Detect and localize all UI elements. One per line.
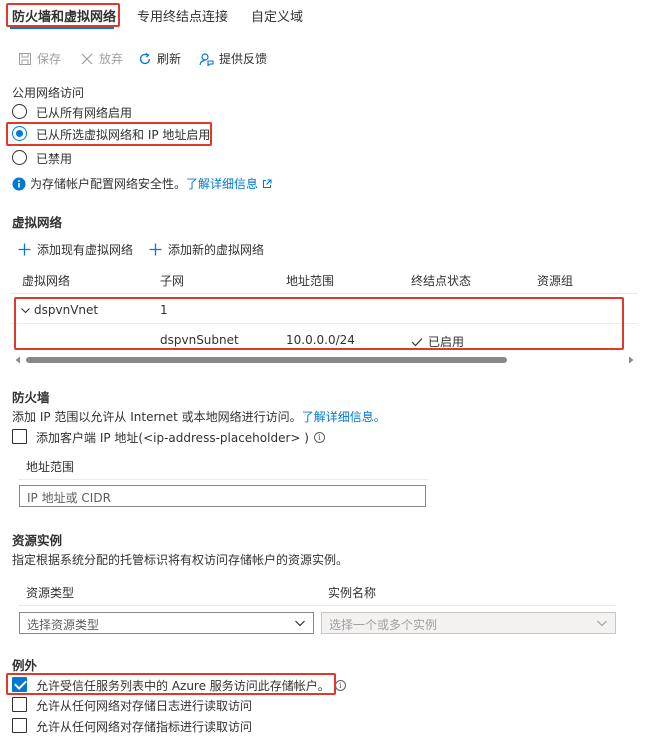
column-header-resource-group: 资源组 (537, 274, 574, 288)
endpoint-status: 已启用 (411, 333, 464, 350)
feedback-icon (199, 52, 214, 66)
feedback-button[interactable]: 提供反馈 (199, 50, 267, 67)
info-icon[interactable]: i (313, 432, 325, 443)
radio-all-networks[interactable] (12, 104, 27, 119)
chevron-down-icon[interactable] (20, 305, 31, 316)
vnet-name: dspvnVnet (34, 303, 99, 317)
discard-button[interactable]: 放弃 (80, 50, 123, 67)
vnet-subnet-count: 1 (160, 303, 168, 317)
info-icon (12, 177, 26, 190)
add-existing-vnet-button[interactable]: 添加现有虚拟网络 (18, 241, 133, 258)
public-access-title: 公用网络访问 (12, 86, 85, 100)
firewall-description-text: 添加 IP 范围以允许从 Internet 或本地网络进行访问。 (12, 410, 302, 424)
external-link-icon (263, 179, 272, 188)
storage-metrics-label: 允许从任何网络对存储指标进行读取访问 (36, 720, 253, 734)
add-existing-vnet-label: 添加现有虚拟网络 (37, 243, 134, 257)
refresh-label: 刷新 (157, 52, 182, 66)
plus-icon (149, 243, 162, 256)
add-client-ip-label: 添加客户端 IP 地址(<ip-address-placeholder> ) (36, 431, 309, 445)
resource-instances-title: 资源实例 (12, 533, 63, 548)
trusted-services-label: 允许受信任服务列表中的 Azure 服务访问此存储帐户。 (36, 679, 330, 693)
resource-type-placeholder: 选择资源类型 (27, 618, 100, 632)
radio-selected-networks[interactable] (12, 126, 27, 141)
close-icon (81, 53, 93, 64)
firewall-learn-more-link[interactable]: 了解详细信息。 (302, 410, 386, 424)
address-range-header: 地址范围 (26, 460, 75, 474)
endpoint-status-label: 已启用 (428, 335, 465, 349)
save-icon (19, 52, 31, 65)
firewall-section-title: 防火墙 (12, 390, 50, 405)
radio-disabled-label: 已禁用 (36, 152, 73, 166)
scroll-right-icon[interactable] (627, 356, 635, 364)
storage-logs-label: 允许从任何网络对存储日志进行读取访问 (36, 699, 253, 713)
trusted-services-checkbox[interactable] (12, 677, 27, 692)
column-header-endpoint-status: 终结点状态 (411, 274, 472, 288)
add-client-ip-checkbox[interactable] (12, 429, 27, 444)
add-new-vnet-button[interactable]: 添加新的虚拟网络 (149, 241, 264, 258)
active-tab-indicator (10, 27, 114, 29)
add-client-ip-label-row: 添加客户端 IP 地址(<ip-address-placeholder> ) i (36, 429, 325, 446)
radio-selected-networks-label: 已从所选虚拟网络和 IP 地址启用 (36, 128, 211, 142)
address-range-input[interactable]: IP 地址或 CIDR (19, 485, 426, 507)
storage-metrics-checkbox[interactable] (12, 718, 27, 733)
tab-firewall-vnet[interactable]: 防火墙和虚拟网络 (12, 6, 116, 25)
resource-type-header: 资源类型 (26, 586, 75, 600)
scrollbar-thumb[interactable] (26, 357, 507, 363)
chevron-down-icon (597, 620, 607, 627)
horizontal-scrollbar[interactable] (10, 354, 640, 366)
checkmark-icon (411, 337, 423, 346)
resource-header-divider (18, 605, 616, 606)
firewall-description: 添加 IP 范围以允许从 Internet 或本地网络进行访问。了解详细信息。 (12, 408, 386, 425)
table-header-divider (10, 293, 638, 294)
tab-custom-domain[interactable]: 自定义域 (251, 6, 303, 25)
plus-icon (18, 243, 31, 256)
save-label: 保存 (37, 52, 62, 66)
discard-label: 放弃 (99, 52, 124, 66)
column-header-address-range: 地址范围 (286, 274, 335, 288)
radio-all-networks-label: 已从所有网络启用 (36, 106, 133, 120)
storage-logs-checkbox[interactable] (12, 697, 27, 712)
chevron-down-icon (295, 620, 305, 627)
column-header-vnet: 虚拟网络 (22, 274, 71, 288)
subnet-name: dspvnSubnet (160, 333, 239, 347)
vnet-section-title: 虚拟网络 (12, 215, 63, 230)
refresh-icon (139, 52, 151, 64)
instance-select[interactable]: 选择一个或多个实例 (321, 612, 616, 634)
table-row-divider (10, 323, 638, 324)
refresh-button[interactable]: 刷新 (138, 50, 181, 67)
trusted-services-label-row: 允许受信任服务列表中的 Azure 服务访问此存储帐户。 i (36, 677, 346, 694)
learn-more-link[interactable]: 了解详细信息 (186, 175, 258, 192)
feedback-label: 提供反馈 (219, 52, 268, 66)
resource-instances-description: 指定根据系统分配的托管标识将有权访问存储帐户的资源实例。 (12, 553, 349, 567)
resource-type-select[interactable]: 选择资源类型 (19, 612, 314, 634)
table-row[interactable]: dspvnVnet (20, 303, 98, 317)
exceptions-title: 例外 (12, 658, 38, 673)
address-range-divider (18, 479, 428, 480)
subnet-address-range: 10.0.0.0/24 (286, 333, 355, 347)
instance-placeholder: 选择一个或多个实例 (329, 618, 438, 632)
add-new-vnet-label: 添加新的虚拟网络 (168, 243, 265, 257)
info-text: 为存储帐户配置网络安全性。 (30, 177, 187, 191)
column-header-subnet: 子网 (160, 274, 185, 288)
public-access-info: 为存储帐户配置网络安全性。 了解详细信息 (12, 175, 272, 192)
radio-disabled[interactable] (12, 150, 27, 165)
scroll-left-icon[interactable] (14, 356, 22, 364)
tab-private-endpoints[interactable]: 专用终结点连接 (137, 6, 228, 25)
info-icon[interactable]: i (334, 680, 346, 691)
instance-name-header: 实例名称 (328, 586, 377, 600)
save-button[interactable]: 保存 (18, 50, 61, 67)
